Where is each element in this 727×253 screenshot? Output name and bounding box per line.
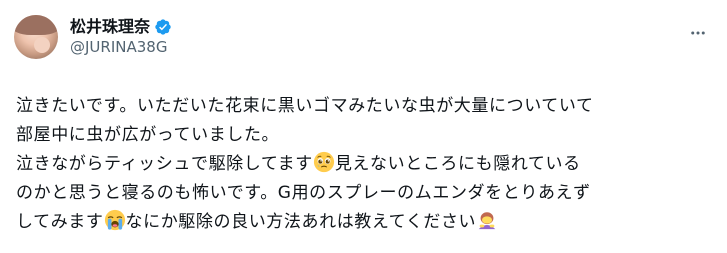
tweet-line-5a-text: してみます	[16, 212, 104, 232]
tweet-text: 泣きたいです。いただいた花束に黒いゴマみたいな虫が大量についていて 部屋中に虫が…	[16, 92, 711, 237]
avatar-hand	[34, 37, 50, 53]
tweet-line-3: 泣きながらティッシュで駆除してます 見えないところにも隠れている	[16, 150, 711, 179]
tweet-header: 松井珠理奈 @JURINA38G	[14, 12, 711, 62]
tweet-line-5: してみます なにか駆除の良い方法あれは教えてください	[16, 208, 711, 237]
author-info: 松井珠理奈 @JURINA38G	[70, 17, 172, 57]
verified-badge-icon[interactable]	[154, 18, 172, 36]
avatar-hair	[14, 15, 58, 35]
tweet-line-5b-text: なにか駆除の良い方法あれは教えてください	[125, 212, 477, 232]
tweet-line-1: 泣きたいです。いただいた花束に黒いゴマみたいな虫が大量についていて	[16, 92, 711, 121]
pleading-face-emoji-icon	[313, 151, 335, 173]
tweet-line-2: 部屋中に虫が広がっていました。	[16, 121, 711, 150]
more-options-icon[interactable]	[685, 20, 711, 46]
tweet-line-2-text: 部屋中に虫が広がっていました。	[16, 125, 280, 145]
tweet-line-1-text: 泣きたいです。いただいた花束に黒いゴマみたいな虫が大量についていて	[16, 96, 594, 116]
tweet-line-4: のかと思うと寝るのも怖いです。G用のスプレーのムエンダをとりあえず	[16, 179, 711, 208]
loudly-crying-face-emoji-icon	[104, 209, 126, 231]
avatar[interactable]	[14, 15, 58, 59]
tweet-line-3a-text: 泣きながらティッシュで駆除してます	[16, 154, 313, 174]
user-handle[interactable]: @JURINA38G	[70, 37, 172, 57]
person-bowing-emoji-icon	[476, 209, 498, 231]
tweet-card: 松井珠理奈 @JURINA38G 泣きたいです。いただいた花束に黒いゴマみたいな…	[0, 0, 727, 253]
name-row: 松井珠理奈	[70, 17, 172, 37]
display-name[interactable]: 松井珠理奈	[70, 17, 150, 37]
tweet-line-3b-text: 見えないところにも隠れている	[334, 154, 581, 174]
tweet-line-4-text: のかと思うと寝るのも怖いです。G用のスプレーのムエンダをとりあえず	[16, 183, 591, 203]
